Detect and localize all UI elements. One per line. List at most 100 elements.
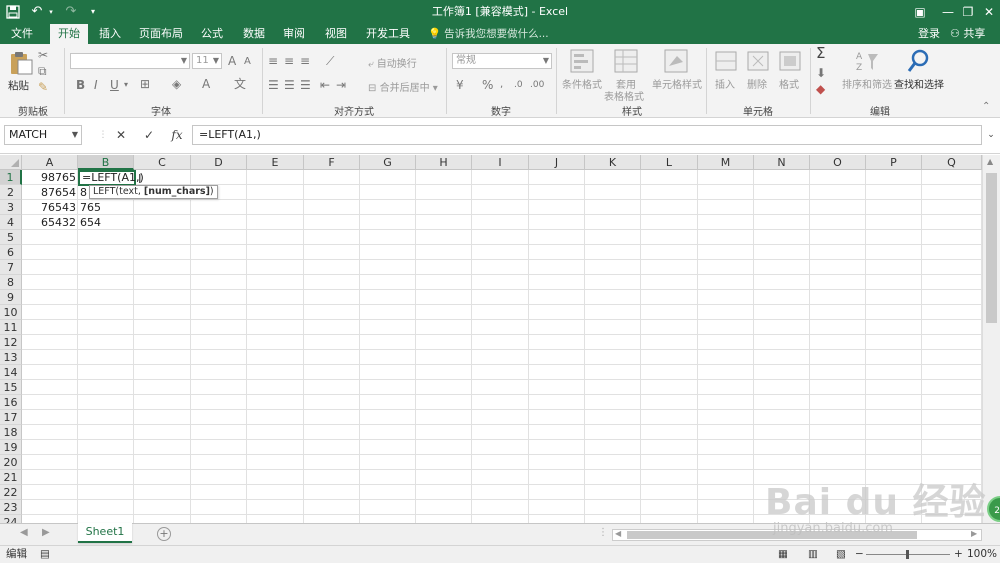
horizontal-scrollbar[interactable]: ◀ ▶: [612, 529, 982, 541]
column-header[interactable]: G: [360, 155, 416, 170]
number-format-combo[interactable]: 常规 ▼: [452, 53, 552, 69]
share-button[interactable]: ⚇ 共享: [950, 24, 985, 44]
tab-view[interactable]: 视图: [318, 24, 354, 44]
increase-decimal-icon[interactable]: .0: [514, 78, 523, 92]
select-all-button[interactable]: [0, 155, 22, 170]
row-header[interactable]: 8: [0, 275, 22, 290]
merge-center-button[interactable]: ⊟ 合并后居中 ▾: [368, 79, 438, 94]
column-header[interactable]: K: [585, 155, 641, 170]
row-header[interactable]: 14: [0, 365, 22, 380]
decrease-decimal-icon[interactable]: .00: [530, 78, 544, 92]
tab-data[interactable]: 数据: [236, 24, 272, 44]
row-header[interactable]: 4: [0, 215, 22, 230]
row-header[interactable]: 2: [0, 185, 22, 200]
cell-a1[interactable]: 98765: [22, 170, 78, 185]
expand-formula-icon[interactable]: ⌄: [980, 125, 1000, 145]
conditional-format-button[interactable]: 条件格式: [562, 48, 602, 98]
page-layout-view-icon[interactable]: ▥: [808, 546, 818, 563]
zoom-slider-thumb[interactable]: [906, 550, 909, 559]
autosum-icon[interactable]: Σ: [816, 46, 825, 61]
fill-icon[interactable]: ⬇: [816, 66, 826, 80]
paste-button[interactable]: 粘贴: [6, 48, 34, 96]
align-top-icon[interactable]: ≡: [268, 54, 278, 68]
shrink-font-icon[interactable]: A: [244, 55, 251, 69]
row-header[interactable]: 10: [0, 305, 22, 320]
row-header[interactable]: 16: [0, 395, 22, 410]
wrap-text-button[interactable]: ⤶ 自动换行: [368, 55, 417, 70]
insert-function-icon[interactable]: fx: [166, 125, 188, 145]
cell-b4[interactable]: 654: [78, 215, 134, 230]
row-header[interactable]: 17: [0, 410, 22, 425]
active-cell-b1[interactable]: =LEFT(A1,): [78, 170, 144, 186]
collapse-ribbon-icon[interactable]: ⌃: [982, 100, 990, 114]
row-header[interactable]: 1: [0, 170, 22, 185]
row-header[interactable]: 18: [0, 425, 22, 440]
zoom-level[interactable]: 100%: [967, 546, 997, 563]
find-select-button[interactable]: 查找和选择: [894, 48, 944, 98]
row-header[interactable]: 23: [0, 500, 22, 515]
row-header[interactable]: 11: [0, 320, 22, 335]
row-header[interactable]: 5: [0, 230, 22, 245]
row-header[interactable]: 6: [0, 245, 22, 260]
decrease-indent-icon[interactable]: ⇤: [320, 78, 330, 92]
column-header[interactable]: F: [304, 155, 360, 170]
column-header[interactable]: B: [78, 155, 134, 170]
worksheet-grid[interactable]: A B C D E F G H I J K L M N O P Q 1 2 3 4 5 6 7 8 9 10 11 12 13 14 15 16…: [0, 155, 1000, 523]
function-tooltip[interactable]: LEFT(text, [num_chars]): [89, 185, 218, 199]
format-as-table-button[interactable]: 套用 表格格式: [604, 48, 648, 103]
row-header[interactable]: 13: [0, 350, 22, 365]
cell-b3[interactable]: 765: [78, 200, 134, 215]
row-header[interactable]: 20: [0, 455, 22, 470]
increase-indent-icon[interactable]: ⇥: [336, 78, 346, 92]
scroll-left-icon[interactable]: ◀: [615, 529, 621, 538]
border-icon[interactable]: ⊞: [140, 77, 150, 91]
bold-button[interactable]: B: [76, 78, 85, 92]
tab-page-layout[interactable]: 页面布局: [134, 24, 188, 44]
delete-cells-button[interactable]: 删除: [744, 48, 772, 98]
vertical-scroll-thumb[interactable]: [986, 173, 997, 323]
align-center-icon[interactable]: ☰: [284, 78, 295, 92]
copy-icon[interactable]: ⧉: [38, 64, 47, 78]
normal-view-icon[interactable]: ▦: [778, 546, 788, 563]
row-header[interactable]: 24: [0, 515, 22, 523]
cell-styles-button[interactable]: 单元格样式: [650, 48, 702, 98]
format-painter-icon[interactable]: ✎: [38, 80, 48, 94]
phonetic-icon[interactable]: 文: [234, 77, 246, 91]
enter-icon[interactable]: ✓: [138, 125, 160, 145]
tab-file[interactable]: 文件: [4, 24, 40, 44]
row-header[interactable]: 9: [0, 290, 22, 305]
column-header[interactable]: L: [641, 155, 698, 170]
column-header[interactable]: C: [134, 155, 191, 170]
column-header[interactable]: P: [866, 155, 922, 170]
align-left-icon[interactable]: ☰: [268, 78, 279, 92]
column-header[interactable]: H: [416, 155, 472, 170]
tab-home[interactable]: 开始: [50, 24, 88, 44]
tab-formulas[interactable]: 公式: [194, 24, 230, 44]
underline-button[interactable]: U: [110, 78, 119, 92]
column-header[interactable]: Q: [922, 155, 982, 170]
zoom-out-button[interactable]: −: [855, 546, 864, 563]
fill-color-icon[interactable]: ◈: [172, 77, 181, 91]
tell-me-box[interactable]: 💡 告诉我您想要做什么...: [428, 24, 549, 44]
cancel-icon[interactable]: ✕: [110, 125, 132, 145]
split-handle-icon[interactable]: ⋮: [598, 527, 608, 538]
sheet-tab-sheet1[interactable]: Sheet1: [78, 523, 132, 543]
ribbon-display-icon[interactable]: ▣: [905, 0, 935, 24]
comma-icon[interactable]: ,: [500, 78, 503, 92]
align-bottom-icon[interactable]: ≡: [300, 54, 310, 68]
prev-sheet-icon[interactable]: ◀: [20, 527, 28, 538]
cell-a4[interactable]: 65432: [22, 215, 78, 230]
column-header[interactable]: D: [191, 155, 247, 170]
currency-icon[interactable]: ¥: [456, 78, 464, 92]
zoom-in-button[interactable]: +: [954, 546, 963, 563]
tab-insert[interactable]: 插入: [92, 24, 128, 44]
percent-icon[interactable]: %: [482, 78, 493, 92]
name-box[interactable]: MATCH ▼: [4, 125, 82, 145]
close-icon[interactable]: ✕: [974, 0, 1000, 24]
insert-cells-button[interactable]: 插入: [712, 48, 740, 98]
vertical-scrollbar[interactable]: ▲: [982, 155, 1000, 523]
row-header[interactable]: 19: [0, 440, 22, 455]
format-cells-button[interactable]: 格式: [776, 48, 804, 98]
column-header[interactable]: I: [472, 155, 529, 170]
cell-a2[interactable]: 87654: [22, 185, 78, 200]
